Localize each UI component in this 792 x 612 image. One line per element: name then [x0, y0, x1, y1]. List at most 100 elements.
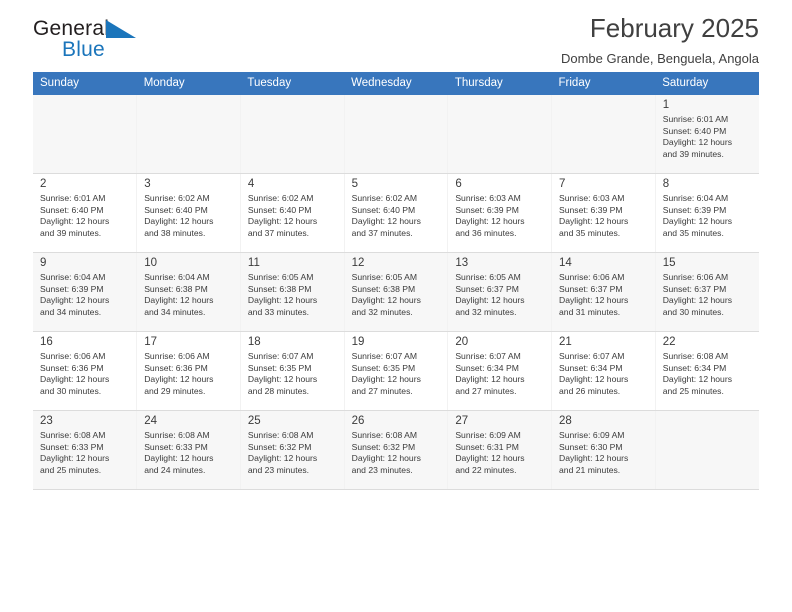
calendar-day-cell[interactable]: 11 Sunrise: 6:05 AM Sunset: 6:38 PM Dayligh… [240, 252, 345, 332]
day-cell-content: 19 Sunrise: 6:07 AM Sunset: 6:35 PM Dayligh… [345, 332, 448, 410]
calendar-cell-empty [344, 95, 449, 174]
calendar-day-cell[interactable]: 24 Sunrise: 6:08 AM Sunset: 6:33 PM Dayligh… [136, 410, 241, 490]
sunset-time: Sunset: 6:38 PM [144, 283, 208, 294]
sunset-time: Sunset: 6:39 PM [662, 204, 727, 215]
calendar-day-cell[interactable]: 5 Sunrise: 6:02 AM Sunset: 6:40 PM Daylight… [344, 173, 449, 253]
daylight-duration-line2: and 30 minutes. [40, 385, 102, 396]
calendar-day-cell[interactable]: 28 Sunrise: 6:09 AM Sunset: 6:30 PM Dayligh… [551, 410, 656, 490]
calendar-day-cell[interactable]: 26 Sunrise: 6:08 AM Sunset: 6:32 PM Dayligh… [344, 410, 449, 490]
daylight-duration-line1: Daylight: 12 hours [455, 453, 525, 464]
sunset-time: Sunset: 6:35 PM [351, 362, 416, 373]
calendar-day-cell[interactable]: 10 Sunrise: 6:04 AM Sunset: 6:38 PM Dayligh… [136, 252, 241, 332]
daylight-duration-line2: and 37 minutes. [351, 227, 413, 238]
daylight-duration-line1: Daylight: 12 hours [351, 374, 421, 385]
sunset-time: Sunset: 6:39 PM [455, 204, 519, 215]
daylight-duration-line1: Daylight: 12 hours [247, 216, 318, 227]
sunset-time: Sunset: 6:40 PM [247, 204, 312, 215]
daylight-duration-line2: and 34 minutes. [40, 306, 102, 317]
general-blue-logo[interactable]: General Blue [33, 18, 153, 70]
sunset-time: Sunset: 6:38 PM [247, 283, 312, 294]
weekday-header-saturday: Saturday [655, 72, 759, 95]
sunrise-time: Sunrise: 6:09 AM [455, 430, 521, 440]
day-cell-content: 24 Sunrise: 6:08 AM Sunset: 6:33 PM Dayligh… [137, 411, 240, 489]
weekday-header-friday: Friday [551, 72, 656, 95]
calendar-day-cell[interactable]: 15 Sunrise: 6:06 AM Sunset: 6:37 PM Dayligh… [655, 252, 759, 332]
calendar-day-cell[interactable]: 21 Sunrise: 6:07 AM Sunset: 6:34 PM Dayligh… [551, 331, 656, 411]
sunset-time: Sunset: 6:30 PM [559, 441, 623, 452]
day-cell-content: 25 Sunrise: 6:08 AM Sunset: 6:32 PM Dayligh… [241, 411, 344, 489]
day-number: 24 [144, 415, 157, 427]
calendar-day-cell[interactable]: 22 Sunrise: 6:08 AM Sunset: 6:34 PM Dayligh… [655, 331, 759, 411]
calendar-day-cell[interactable]: 1 Sunrise: 6:01 AM Sunset: 6:40 PM Daylight… [655, 95, 759, 174]
daylight-duration-line2: and 35 minutes. [559, 227, 621, 238]
calendar-day-cell[interactable]: 7 Sunrise: 6:03 AM Sunset: 6:39 PM Daylight… [551, 173, 656, 253]
day-number: 25 [247, 415, 261, 427]
calendar-day-cell[interactable]: 6 Sunrise: 6:03 AM Sunset: 6:39 PM Daylight… [447, 173, 553, 253]
day-cell-content: 26 Sunrise: 6:08 AM Sunset: 6:32 PM Dayligh… [345, 411, 448, 489]
sunrise-time: Sunrise: 6:08 AM [247, 430, 314, 440]
calendar-week-row: 2 Sunrise: 6:01 AM Sunset: 6:40 PM Daylight… [33, 173, 759, 253]
day-cell-content: 4 Sunrise: 6:02 AM Sunset: 6:40 PM Daylight… [241, 174, 344, 252]
daylight-duration-line1: Daylight: 12 hours [662, 295, 732, 306]
calendar-day-cell[interactable]: 2 Sunrise: 6:01 AM Sunset: 6:40 PM Daylight… [33, 173, 138, 253]
calendar-day-cell[interactable]: 14 Sunrise: 6:06 AM Sunset: 6:37 PM Dayligh… [551, 252, 656, 332]
calendar-day-cell[interactable]: 3 Sunrise: 6:02 AM Sunset: 6:40 PM Daylight… [136, 173, 241, 253]
day-cell-content: 2 Sunrise: 6:01 AM Sunset: 6:40 PM Daylight… [33, 174, 136, 252]
daylight-duration-line2: and 36 minutes. [455, 227, 517, 238]
day-cell-content: 20 Sunrise: 6:07 AM Sunset: 6:34 PM Dayligh… [448, 332, 551, 410]
daylight-duration-line2: and 27 minutes. [455, 385, 517, 396]
calendar-day-cell[interactable]: 27 Sunrise: 6:09 AM Sunset: 6:31 PM Dayligh… [447, 410, 553, 490]
day-cell-content: 21 Sunrise: 6:07 AM Sunset: 6:34 PM Dayligh… [552, 332, 655, 410]
calendar-day-cell[interactable]: 4 Sunrise: 6:02 AM Sunset: 6:40 PM Daylight… [240, 173, 345, 253]
weekday-header-monday: Monday [136, 72, 241, 95]
daylight-duration-line2: and 25 minutes. [40, 464, 102, 475]
sunrise-time: Sunrise: 6:02 AM [351, 193, 418, 203]
sunrise-time: Sunrise: 6:07 AM [247, 351, 314, 361]
daylight-duration-line2: and 30 minutes. [662, 306, 724, 317]
daylight-duration-line1: Daylight: 12 hours [40, 453, 110, 464]
sunset-time: Sunset: 6:32 PM [351, 441, 416, 452]
day-cell-content: 14 Sunrise: 6:06 AM Sunset: 6:37 PM Dayligh… [552, 253, 655, 331]
calendar-day-cell[interactable]: 20 Sunrise: 6:07 AM Sunset: 6:34 PM Dayligh… [447, 331, 553, 411]
sunset-time: Sunset: 6:40 PM [40, 204, 104, 215]
calendar-day-cell[interactable]: 13 Sunrise: 6:05 AM Sunset: 6:37 PM Dayligh… [447, 252, 553, 332]
sunset-time: Sunset: 6:33 PM [40, 441, 104, 452]
sunset-time: Sunset: 6:38 PM [351, 283, 416, 294]
calendar-day-cell[interactable]: 9 Sunrise: 6:04 AM Sunset: 6:39 PM Daylight… [33, 252, 138, 332]
day-number: 6 [455, 178, 462, 190]
daylight-duration-line1: Daylight: 12 hours [144, 374, 214, 385]
weekday-header-sunday: Sunday [33, 72, 137, 95]
calendar-day-cell[interactable]: 19 Sunrise: 6:07 AM Sunset: 6:35 PM Dayligh… [344, 331, 449, 411]
day-cell-content: 12 Sunrise: 6:05 AM Sunset: 6:38 PM Dayligh… [345, 253, 448, 331]
calendar-day-cell[interactable]: 17 Sunrise: 6:06 AM Sunset: 6:36 PM Dayligh… [136, 331, 241, 411]
calendar-day-cell[interactable]: 16 Sunrise: 6:06 AM Sunset: 6:36 PM Dayligh… [33, 331, 138, 411]
day-number: 11 [247, 257, 260, 269]
logo-text-general: General [33, 17, 110, 40]
weekday-header-wednesday: Wednesday [344, 72, 448, 95]
daylight-duration-line1: Daylight: 12 hours [455, 295, 525, 306]
sunset-time: Sunset: 6:40 PM [662, 125, 727, 136]
calendar-day-cell[interactable]: 18 Sunrise: 6:07 AM Sunset: 6:35 PM Dayligh… [240, 331, 345, 411]
day-number: 1 [662, 99, 670, 111]
sunrise-time: Sunrise: 6:08 AM [144, 430, 210, 440]
day-cell-content: 27 Sunrise: 6:09 AM Sunset: 6:31 PM Dayligh… [448, 411, 551, 489]
calendar-day-cell[interactable]: 25 Sunrise: 6:08 AM Sunset: 6:32 PM Dayligh… [240, 410, 345, 490]
daylight-duration-line1: Daylight: 12 hours [662, 216, 732, 227]
weekday-header-row: Sunday Monday Tuesday Wednesday Thursday… [33, 72, 759, 95]
day-number: 2 [40, 178, 47, 190]
calendar-day-cell[interactable]: 12 Sunrise: 6:05 AM Sunset: 6:38 PM Dayligh… [344, 252, 449, 332]
daylight-duration-line1: Daylight: 12 hours [559, 374, 629, 385]
sunset-time: Sunset: 6:35 PM [247, 362, 312, 373]
calendar-day-cell[interactable]: 8 Sunrise: 6:04 AM Sunset: 6:39 PM Daylight… [655, 173, 759, 253]
day-number: 16 [40, 336, 53, 348]
calendar-day-cell[interactable]: 23 Sunrise: 6:08 AM Sunset: 6:33 PM Dayligh… [33, 410, 138, 490]
day-number: 8 [662, 178, 670, 190]
sunrise-time: Sunrise: 6:06 AM [559, 272, 625, 282]
daylight-duration-line1: Daylight: 12 hours [247, 453, 318, 464]
sunset-time: Sunset: 6:39 PM [40, 283, 104, 294]
daylight-duration-line1: Daylight: 12 hours [40, 295, 110, 306]
daylight-duration-line1: Daylight: 12 hours [144, 453, 214, 464]
sunset-time: Sunset: 6:40 PM [351, 204, 416, 215]
daylight-duration-line1: Daylight: 12 hours [559, 295, 629, 306]
sunrise-time: Sunrise: 6:03 AM [559, 193, 625, 203]
